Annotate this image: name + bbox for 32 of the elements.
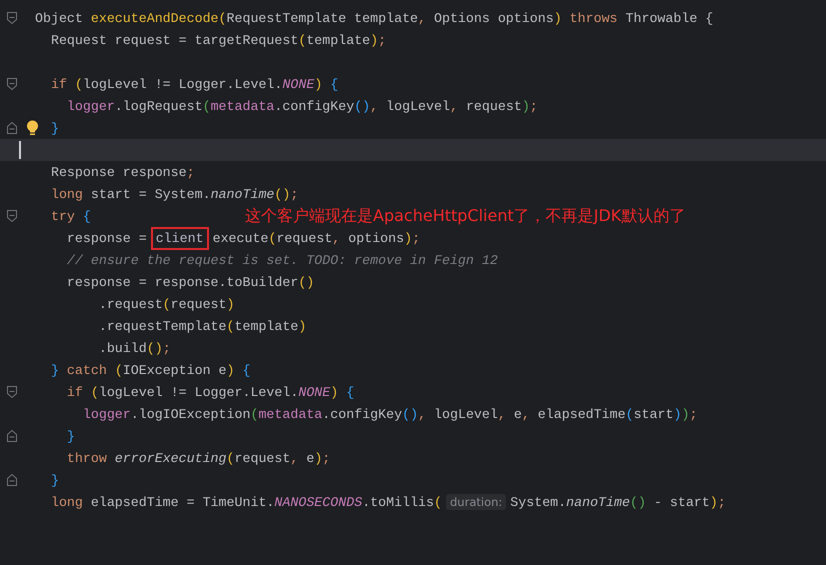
code-text: logger.logRequest(metadata.configKey(), logLevel, request);	[66, 98, 538, 114]
code-text: }	[50, 472, 59, 488]
code-text: long start = System.nanoTime();	[50, 186, 298, 202]
code-text: if (logLevel != Logger.Level.NONE) {	[66, 384, 354, 400]
annotation-text: 这个客户端现在是ApacheHttpClient了，不再是JDK默认的了	[245, 206, 686, 227]
lightbulb-icon[interactable]	[26, 120, 39, 136]
code-text: }	[50, 120, 59, 136]
code-text: Response response;	[50, 164, 195, 180]
code-text: if (logLevel != Logger.Level.NONE) {	[50, 76, 338, 92]
fold-icon[interactable]	[6, 209, 18, 223]
highlighted-code: client	[150, 226, 209, 250]
code-text: } catch (IOException e) {	[50, 362, 250, 378]
code-text: .requestTemplate(template)	[98, 318, 306, 334]
code-text: long elapsedTime = TimeUnit.NANOSECONDS.toMillis( duration: System.nanoTime() - start);	[50, 494, 726, 510]
code-text: logger.logIOException(metadata.configKey(), logLevel, e, elapsedTime(start));	[82, 406, 698, 422]
code-text: .request(request)	[98, 296, 234, 312]
code-text: }	[66, 428, 75, 444]
code-text: throw errorExecuting(request, e);	[66, 450, 330, 466]
code-text: Object executeAndDecode(RequestTemplate template, Options options) throws Throwable {	[35, 10, 714, 26]
fold-icon[interactable]	[6, 121, 18, 135]
code-text: try {	[50, 208, 91, 224]
fold-icon[interactable]	[6, 385, 18, 399]
fold-icon[interactable]	[6, 11, 18, 25]
code-text: Request request = targetRequest(template);	[50, 32, 386, 48]
code-text: // ensure the request is set. TODO: remove in Feign 12	[66, 252, 498, 268]
fold-icon[interactable]	[6, 77, 18, 91]
code-text: .build();	[98, 340, 171, 356]
code-text: response = response.toBuilder()	[66, 274, 314, 290]
parameter-hint: duration:	[446, 494, 506, 510]
fold-icon[interactable]	[6, 429, 18, 443]
text-cursor	[19, 141, 21, 159]
fold-icon[interactable]	[6, 473, 18, 487]
